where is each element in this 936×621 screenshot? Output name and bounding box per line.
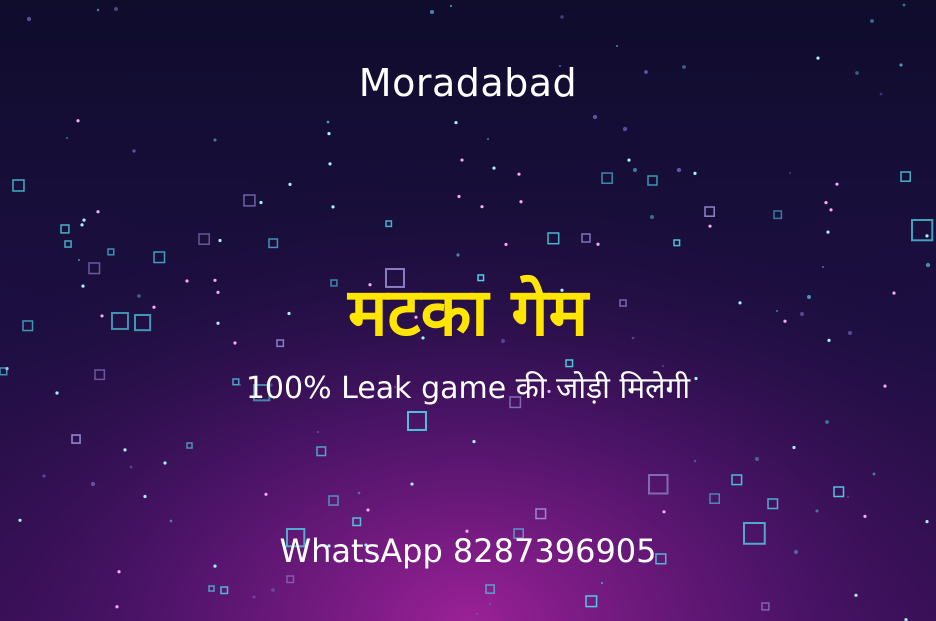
whatsapp-contact: WhatsApp 8287396905 xyxy=(279,532,657,570)
text-layer: Moradabad मटका गेम 100% Leak game की जोड… xyxy=(0,0,936,621)
headline-matka-game: मटका गेम xyxy=(347,274,589,351)
tagline-leak-game: 100% Leak game की जोड़ी मिलेगी xyxy=(245,371,691,406)
city-title: Moradabad xyxy=(358,61,578,105)
